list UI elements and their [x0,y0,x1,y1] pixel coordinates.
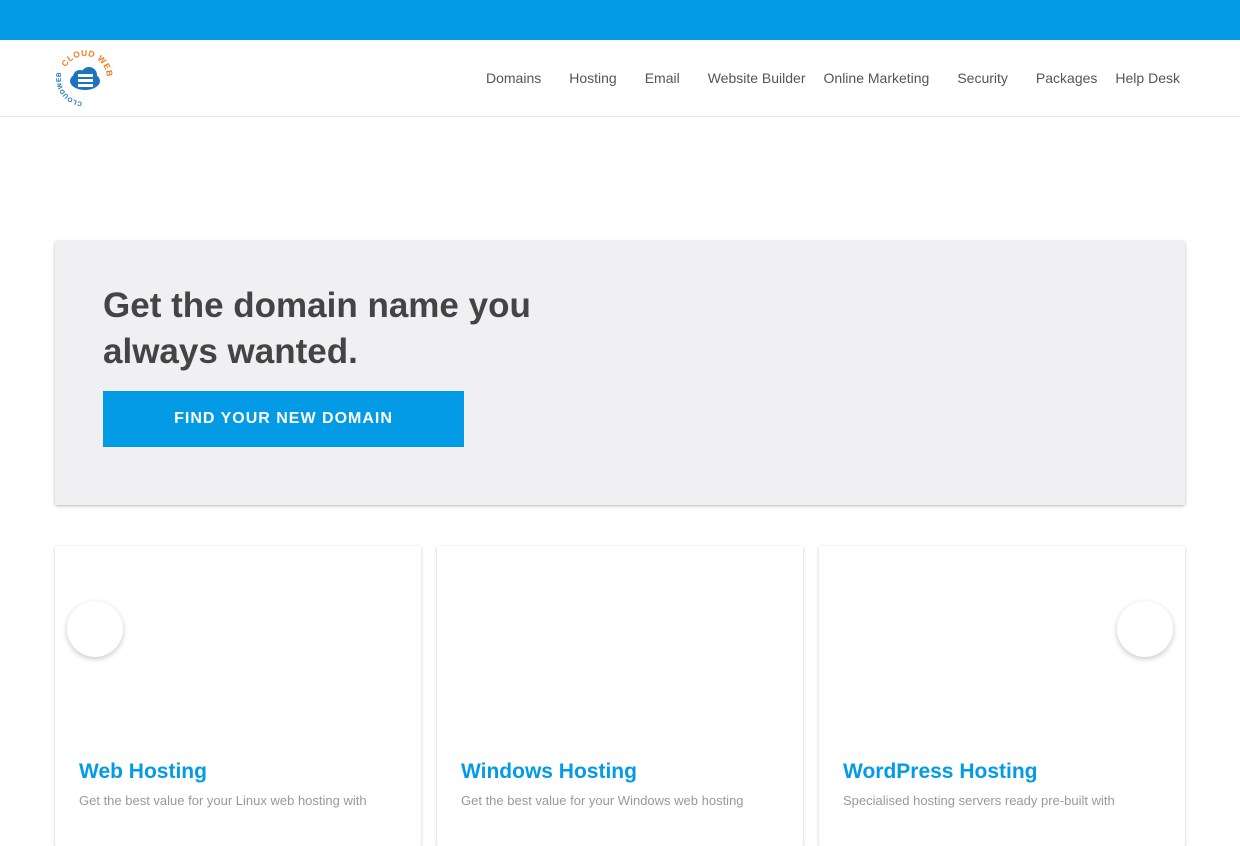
nav-hosting[interactable]: Hosting [569,70,616,86]
card-description: Get the best value for your Windows web … [461,793,744,808]
card-title[interactable]: Web Hosting [79,760,207,784]
nav-website-builder[interactable]: Website Builder [708,70,806,86]
hero-title: Get the domain name you always wanted. [103,286,531,371]
cloud-webs-logo[interactable]: CLOUD WEBS CLOUDWEBS.COM.AU [53,46,117,110]
find-domain-button[interactable]: FIND YOUR NEW DOMAIN [103,391,464,447]
card-title[interactable]: Windows Hosting [461,760,637,784]
card-wordpress-hosting: WordPress Hosting Specialised hosting se… [819,546,1185,846]
site-header: CLOUD WEBS CLOUDWEBS.COM.AU Domains Host… [0,40,1240,117]
card-description: Get the best value for your Linux web ho… [79,793,367,808]
carousel-prev-button[interactable] [67,601,123,657]
card-title[interactable]: WordPress Hosting [843,760,1037,784]
nav-domains[interactable]: Domains [486,70,541,86]
top-bar [0,0,1240,40]
domain-hero: Get the domain name you always wanted. F… [55,241,1185,505]
nav-packages[interactable]: Packages [1036,70,1097,86]
nav-online-marketing[interactable]: Online Marketing [824,70,930,86]
card-description: Specialised hosting servers ready pre-bu… [843,793,1115,808]
card-web-hosting: Web Hosting Get the best value for your … [55,546,421,846]
carousel-next-button[interactable] [1117,601,1173,657]
main-nav: Domains Hosting Email Website Builder On… [486,40,1180,116]
card-windows-hosting: Windows Hosting Get the best value for y… [437,546,803,846]
nav-security[interactable]: Security [957,70,1008,86]
nav-help-desk[interactable]: Help Desk [1115,70,1180,86]
nav-email[interactable]: Email [645,70,680,86]
